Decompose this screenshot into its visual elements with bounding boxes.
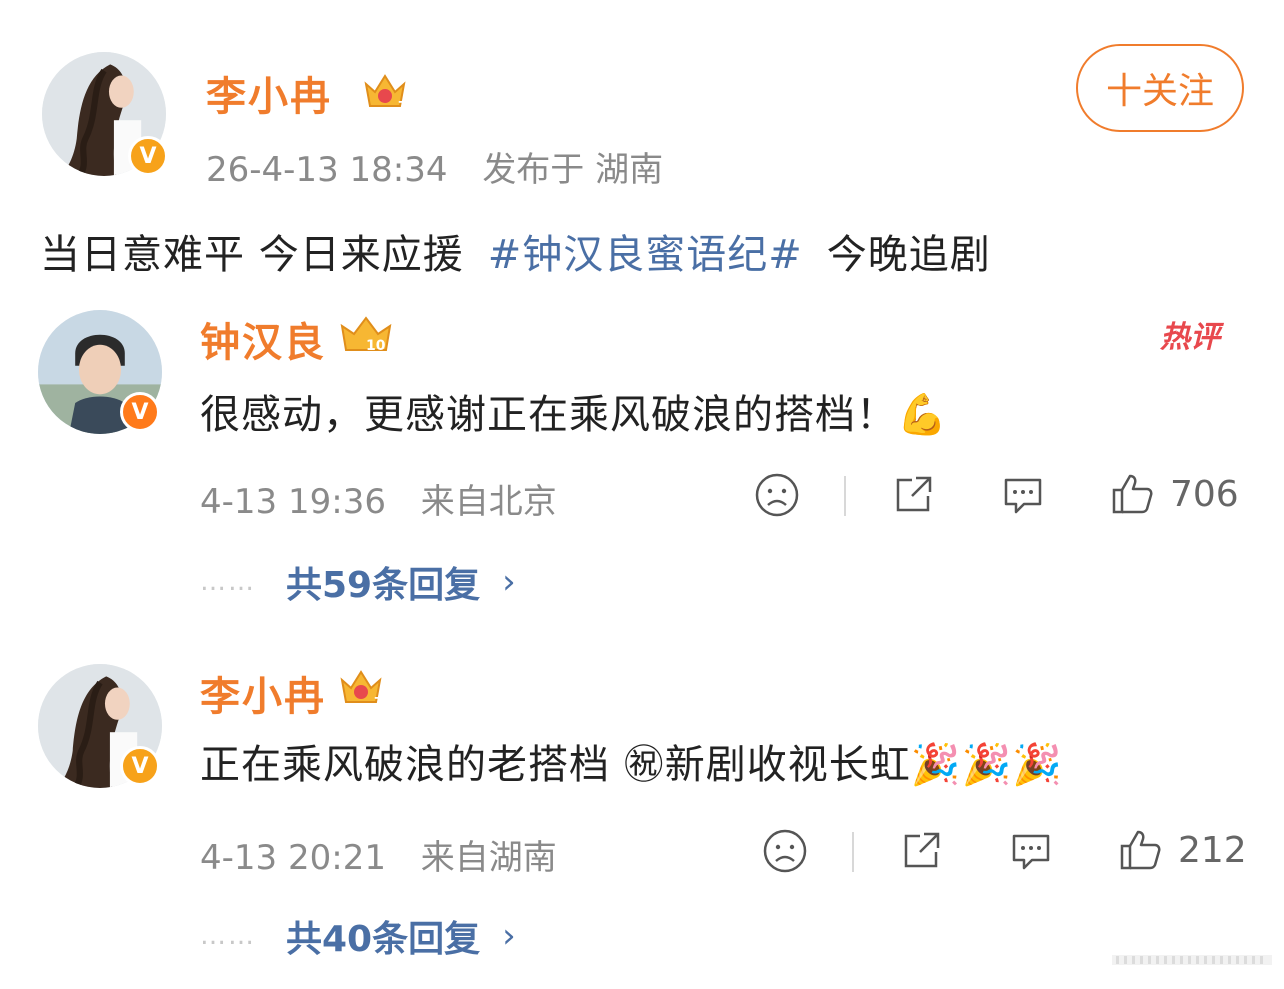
dislike-icon — [763, 829, 807, 873]
post-author-name[interactable]: 李小冉 — [206, 64, 332, 122]
verified-icon: V — [120, 392, 160, 432]
like-icon — [1120, 830, 1161, 870]
comment-text: 很感动，更感谢正在乘风破浪的搭档！💪 — [200, 392, 948, 438]
dislike-button[interactable] — [762, 828, 808, 874]
watermark-bars — [1112, 955, 1272, 965]
replies-row[interactable]: …… 共59条回复 › — [200, 556, 516, 608]
comment-button[interactable] — [1008, 828, 1054, 874]
comment-icon — [1012, 834, 1050, 870]
post-body: 当日意难平 今日来应援 #钟汉良蜜语纪# 今晚追剧 — [40, 222, 991, 280]
post-location: 发布于 湖南 — [482, 150, 664, 190]
comment-author-name[interactable]: 钟汉良 — [200, 310, 326, 368]
comment-location: 来自北京 — [420, 482, 557, 522]
crown-level: 7 — [374, 695, 382, 709]
verified-icon: V — [128, 136, 168, 176]
comment-timestamp: 4-13 19:36 — [200, 482, 386, 522]
follow-button[interactable]: 十关注 — [1076, 44, 1244, 132]
comment-button[interactable] — [1000, 472, 1046, 518]
like-button[interactable]: 212 — [1116, 826, 1247, 874]
crown-icon: 7 — [364, 74, 406, 113]
replies-row[interactable]: …… 共40条回复 › — [200, 910, 516, 962]
post-hashtag[interactable]: #钟汉良蜜语纪# — [488, 232, 803, 278]
comment-meta: 4-13 19:36 来自北京 — [200, 474, 557, 523]
chevron-right-icon: › — [502, 562, 516, 602]
comment-text-part: ㊗新剧收视长虹🎉🎉🎉 — [623, 742, 1064, 788]
action-divider — [844, 476, 846, 516]
view-replies-link[interactable]: 共59条回复 — [286, 556, 480, 608]
like-count: 706 — [1170, 473, 1239, 515]
comment-author-name[interactable]: 李小冉 — [200, 664, 326, 722]
dislike-icon — [755, 473, 799, 517]
comment-timestamp: 4-13 20:21 — [200, 838, 386, 878]
crown-icon: 10 — [340, 316, 392, 354]
hot-comment-badge: 热评 — [1160, 320, 1220, 355]
post-timestamp: 26-4-13 18:34 — [206, 150, 448, 190]
crown-level: 7 — [398, 99, 406, 113]
like-count: 212 — [1178, 829, 1247, 871]
post-text-before: 当日意难平 今日来应援 — [40, 232, 464, 278]
action-divider — [852, 832, 854, 872]
post-text-after: 今晚追剧 — [826, 232, 991, 278]
comment-location: 来自湖南 — [420, 838, 557, 878]
share-button[interactable] — [898, 828, 944, 874]
dislike-button[interactable] — [754, 472, 800, 518]
comment-meta: 4-13 20:21 来自湖南 — [200, 830, 557, 879]
share-icon — [904, 832, 940, 868]
post-meta: 26-4-13 18:34 发布于 湖南 — [206, 142, 663, 191]
crown-icon: 7 — [340, 670, 382, 709]
comment-icon — [1004, 478, 1042, 514]
like-icon — [1112, 474, 1153, 514]
chevron-right-icon: › — [502, 916, 516, 956]
replies-dots: …… — [200, 567, 256, 597]
view-replies-link[interactable]: 共40条回复 — [286, 910, 480, 962]
comment-text-part: 正在乘风破浪的老搭档 — [200, 742, 610, 788]
share-icon — [896, 476, 932, 512]
verified-icon: V — [120, 746, 160, 786]
replies-dots: …… — [200, 921, 256, 951]
crown-level: 10 — [366, 338, 386, 354]
share-button[interactable] — [890, 472, 936, 518]
like-button[interactable]: 706 — [1108, 470, 1239, 518]
comment-text: 正在乘风破浪的老搭档 ㊗新剧收视长虹🎉🎉🎉 — [200, 732, 1063, 790]
